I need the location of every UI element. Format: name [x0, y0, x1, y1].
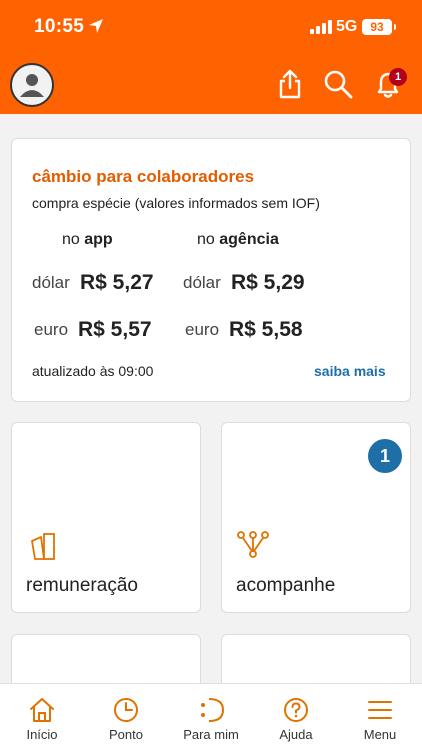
nav-ajuda[interactable]: Ajuda [254, 684, 338, 750]
nav-inicio[interactable]: Início [0, 684, 84, 750]
saiba-mais-link[interactable]: saiba mais [314, 363, 386, 379]
dolar-agencia-label: dólar [183, 273, 221, 292]
signal-icon [310, 20, 332, 34]
top-bar: 10:55 5G 93 1 [0, 0, 422, 114]
tile-acompanhe[interactable]: 1 acompanhe [221, 422, 411, 613]
help-icon [284, 698, 308, 722]
nav-menu[interactable]: Menu [338, 684, 422, 750]
dolar-agencia-value: R$ 5,29 [231, 271, 305, 294]
dolar-app-value: R$ 5,27 [80, 271, 154, 294]
para-mim-icon [201, 698, 225, 722]
tile-label-acompanhe: acompanhe [236, 575, 336, 596]
location-arrow-icon [89, 19, 103, 33]
column-header-app: no app [62, 231, 113, 248]
euro-app-value: R$ 5,57 [78, 318, 152, 341]
status-time: 10:55 [34, 16, 85, 37]
share-icon[interactable] [274, 68, 306, 100]
cards-icon [31, 533, 55, 560]
dolar-app-label: dólar [32, 273, 70, 292]
cambio-title: câmbio para colaboradores [32, 167, 255, 186]
search-icon[interactable] [322, 68, 354, 100]
column-header-agencia: no agência [197, 231, 279, 248]
cambio-card: câmbio para colaboradores compra espécie… [11, 138, 411, 402]
nav-label-ponto: Ponto [109, 727, 143, 742]
home-icon [30, 698, 54, 722]
nav-label-menu: Menu [363, 727, 397, 742]
clock-icon [114, 698, 138, 722]
tile-label-remuneracao: remuneração [26, 575, 138, 596]
notification-badge: 1 [389, 68, 407, 86]
euro-agencia-label: euro [185, 320, 220, 339]
cambio-subtitle: compra espécie (valores informados sem I… [32, 195, 320, 211]
updated-time: atualizado às 09:00 [32, 363, 154, 379]
status-bar: 10:55 5G 93 [0, 0, 422, 56]
nav-label-inicio: Início [26, 727, 58, 742]
nodes-icon [237, 531, 269, 558]
tile-badge: 1 [368, 439, 402, 473]
nav-label-ajuda: Ajuda [279, 727, 313, 742]
euro-agencia-value: R$ 5,58 [229, 318, 303, 341]
nav-para-mim[interactable]: Para mim [168, 684, 254, 750]
nav-label-para-mim: Para mim [183, 727, 239, 742]
battery-icon: 93 [362, 19, 396, 35]
avatar-button[interactable] [10, 63, 54, 107]
bottom-nav: Início Ponto Para mim Ajuda Menu [0, 683, 422, 750]
person-icon [20, 74, 44, 97]
tile-remuneracao[interactable]: remuneração [11, 422, 201, 613]
nav-ponto[interactable]: Ponto [84, 684, 168, 750]
menu-icon [368, 701, 392, 719]
euro-app-label: euro [34, 320, 69, 339]
network-type: 5G [336, 18, 358, 35]
